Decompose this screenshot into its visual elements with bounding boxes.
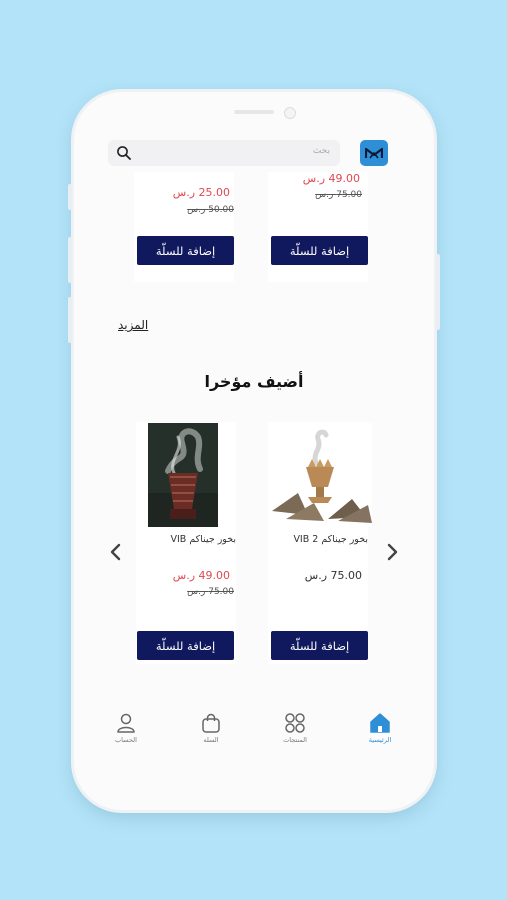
product-card[interactable]: 25.00 ر.س 50.00 ر.س إضافة للسلّة bbox=[134, 172, 234, 282]
product-name[interactable]: بخور جيناكم VIB 2 bbox=[268, 534, 368, 545]
app-screen: بحث 25.00 ر.س 50.00 ر.س إضافة للسلّة 49.… bbox=[74, 92, 434, 810]
add-to-cart-button[interactable]: إضافة للسلّة bbox=[271, 631, 368, 660]
side-button bbox=[436, 254, 440, 330]
product-image[interactable] bbox=[268, 423, 372, 527]
nav-item-cart[interactable]: السله bbox=[181, 712, 241, 762]
side-button bbox=[68, 237, 72, 283]
side-button bbox=[68, 297, 72, 343]
nav-label: المنتجات bbox=[283, 736, 307, 744]
grid-icon bbox=[285, 713, 305, 733]
old-price: 75.00 ر.س bbox=[315, 190, 362, 200]
nav-item-home[interactable]: الرئيسية bbox=[350, 712, 410, 762]
front-camera bbox=[284, 107, 296, 119]
bag-icon bbox=[202, 713, 220, 733]
nav-label: الحساب bbox=[115, 736, 137, 744]
side-button bbox=[68, 184, 72, 210]
search-icon[interactable] bbox=[116, 145, 132, 161]
product-card[interactable]: 49.00 ر.س 75.00 ر.س إضافة للسلّة bbox=[268, 172, 368, 282]
sale-price: 25.00 ر.س bbox=[172, 186, 230, 199]
section-title: أضيف مؤخرا bbox=[204, 372, 304, 391]
search-placeholder: بحث bbox=[312, 146, 330, 156]
product-price: 75.00 ر.س bbox=[304, 569, 362, 582]
more-link[interactable]: المزيد bbox=[118, 318, 148, 332]
product-name[interactable]: بخور جيناكم VIB bbox=[136, 534, 237, 545]
nav-label: الرئيسية bbox=[368, 736, 392, 744]
nav-label: السله bbox=[203, 736, 219, 744]
home-icon bbox=[370, 713, 390, 733]
user-icon bbox=[117, 713, 135, 733]
sale-price: 49.00 ر.س bbox=[302, 172, 360, 185]
product-card[interactable]: بخور جيناكم VIB 2 75.00 ر.س إضافة للسلّة bbox=[268, 422, 372, 664]
chevron-right-icon[interactable] bbox=[384, 543, 400, 561]
old-price: 75.00 ر.س bbox=[187, 587, 234, 597]
search-bar[interactable]: بحث bbox=[108, 140, 340, 166]
phone-frame: بحث 25.00 ر.س 50.00 ر.س إضافة للسلّة 49.… bbox=[68, 92, 440, 810]
product-card[interactable]: بخور جيناكم VIB 49.00 ر.س 75.00 ر.س إضاف… bbox=[136, 422, 236, 664]
nav-item-account[interactable]: الحساب bbox=[96, 712, 156, 762]
speaker-grille bbox=[234, 110, 274, 114]
add-to-cart-button[interactable]: إضافة للسلّة bbox=[137, 631, 234, 660]
bottom-nav: الحساب السله المنتجات الرئيسية bbox=[74, 712, 434, 772]
old-price: 50.00 ر.س bbox=[187, 205, 234, 215]
nav-item-products[interactable]: المنتجات bbox=[265, 712, 325, 762]
logo-icon bbox=[365, 147, 383, 159]
product-image[interactable] bbox=[148, 423, 218, 527]
add-to-cart-button[interactable]: إضافة للسلّة bbox=[137, 236, 234, 265]
brand-logo[interactable] bbox=[360, 140, 388, 166]
chevron-left-icon[interactable] bbox=[108, 543, 124, 561]
add-to-cart-button[interactable]: إضافة للسلّة bbox=[271, 236, 368, 265]
sale-price: 49.00 ر.س bbox=[172, 569, 230, 582]
